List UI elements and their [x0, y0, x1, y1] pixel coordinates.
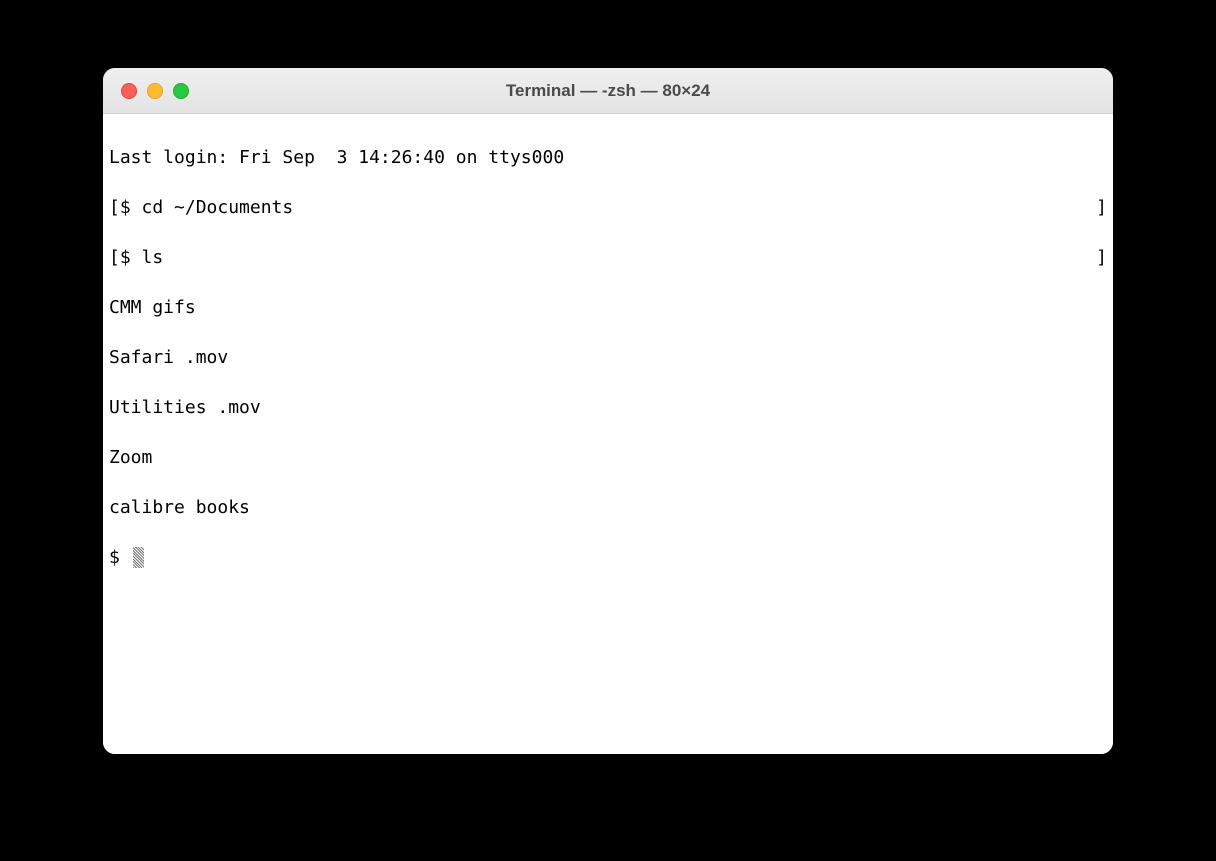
- titlebar[interactable]: Terminal — -zsh — 80×24: [103, 68, 1113, 114]
- terminal-line: Utilities .mov: [109, 395, 1107, 420]
- terminal-line: Safari .mov: [109, 345, 1107, 370]
- cursor-icon: [133, 547, 144, 568]
- maximize-icon[interactable]: [173, 83, 189, 99]
- terminal-window: Terminal — -zsh — 80×24 Last login: Fri …: [103, 68, 1113, 754]
- prompt: $: [109, 547, 131, 568]
- terminal-line: Zoom: [109, 445, 1107, 470]
- traffic-lights: [103, 83, 189, 99]
- close-icon[interactable]: [121, 83, 137, 99]
- terminal-line: calibre books: [109, 495, 1107, 520]
- minimize-icon[interactable]: [147, 83, 163, 99]
- terminal-body[interactable]: Last login: Fri Sep 3 14:26:40 on ttys00…: [103, 114, 1113, 754]
- terminal-line: CMM gifs: [109, 295, 1107, 320]
- terminal-line: Last login: Fri Sep 3 14:26:40 on ttys00…: [109, 145, 1107, 170]
- window-title: Terminal — -zsh — 80×24: [103, 81, 1113, 101]
- terminal-line: [$ cd ~/Documents]: [109, 195, 1107, 220]
- terminal-line: [$ ls]: [109, 245, 1107, 270]
- terminal-prompt-line: $: [109, 545, 1107, 570]
